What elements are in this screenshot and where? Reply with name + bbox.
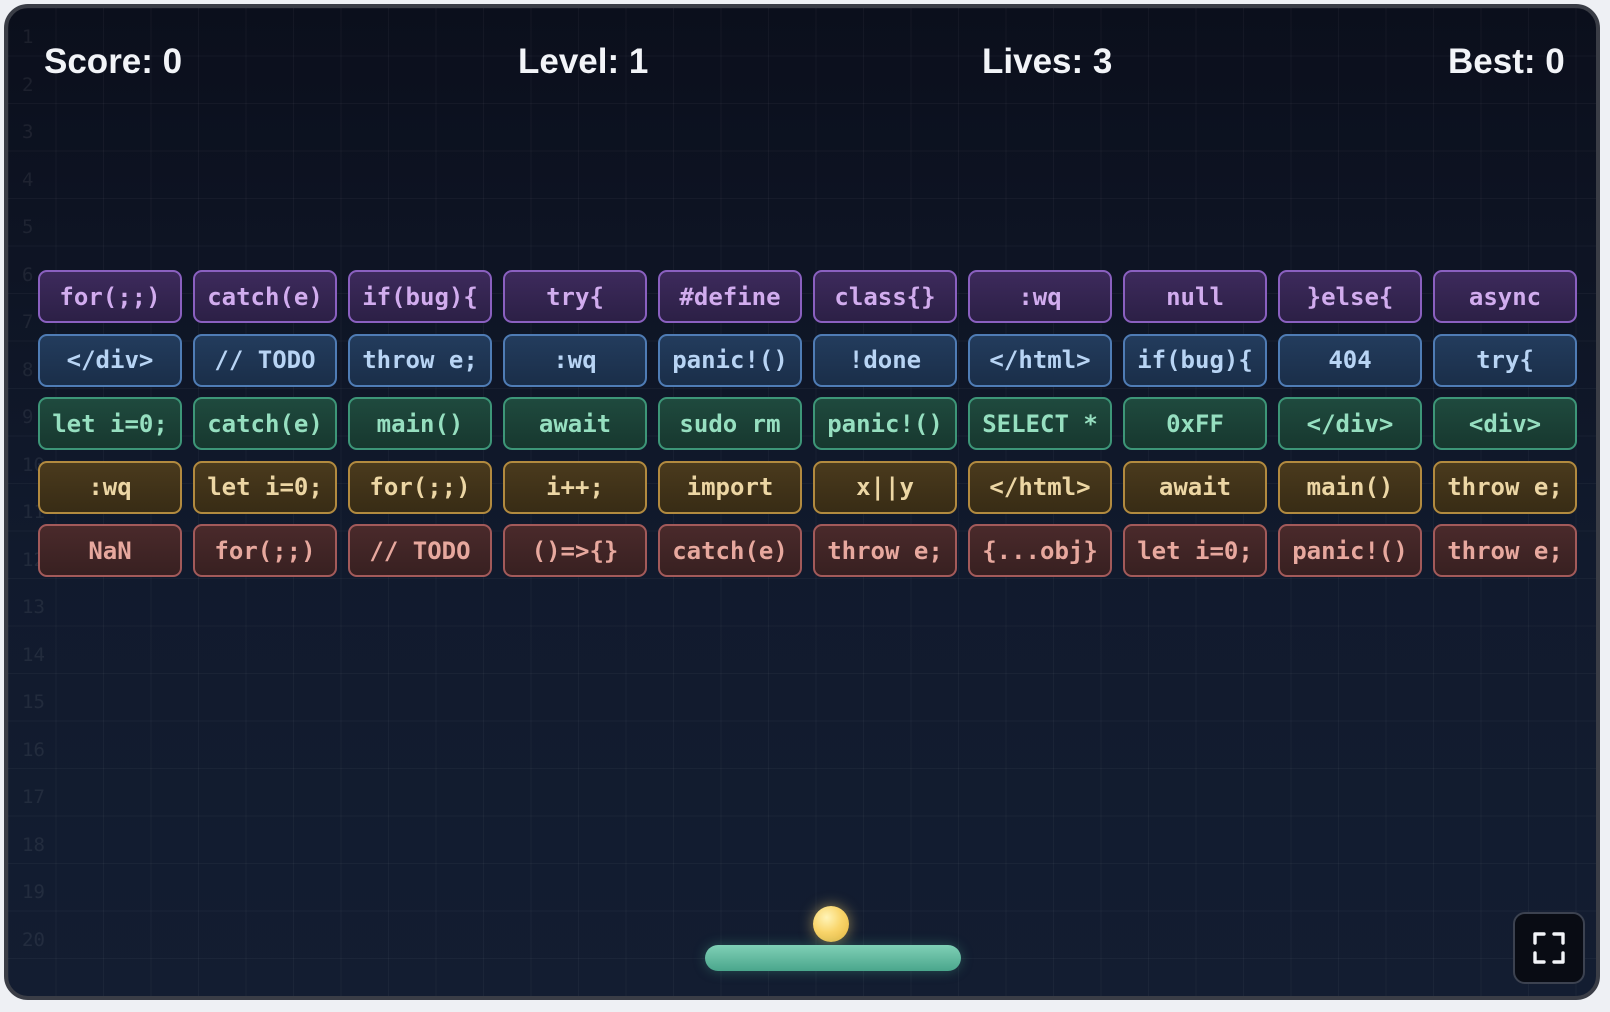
brick: await (503, 397, 647, 451)
line-number: 18 (22, 833, 45, 856)
level-display: Level: 1 (518, 42, 649, 81)
brick: !done (813, 333, 957, 387)
line-number: 4 (22, 168, 34, 191)
brick: panic!() (813, 397, 957, 451)
brick: {...obj} (968, 524, 1112, 578)
line-number: 6 (22, 263, 34, 286)
brick: sudo rm (658, 397, 802, 451)
brick: if(bug){ (348, 270, 492, 323)
brick: let i=0; (193, 460, 337, 514)
brick: for(;;) (348, 460, 492, 514)
line-number: 5 (22, 216, 34, 238)
brick: if(bug){ (1123, 333, 1267, 387)
brick: null (1123, 270, 1267, 323)
brick: import (658, 460, 802, 514)
brick: main() (1278, 460, 1422, 514)
brick: </div> (38, 333, 182, 387)
brick: main() (348, 397, 492, 451)
line-number: 7 (22, 311, 34, 333)
line-number: 13 (22, 596, 45, 618)
line-number: 20 (22, 928, 45, 951)
brick: #define (658, 270, 802, 323)
brick: NaN (38, 524, 182, 578)
brick: ()=>{} (503, 524, 647, 578)
fullscreen-icon (1533, 932, 1565, 964)
brick: throw e; (1433, 460, 1577, 514)
line-number: 17 (22, 786, 45, 808)
brick: async (1433, 270, 1577, 323)
brick: for(;;) (38, 270, 182, 323)
brick: :wq (503, 333, 647, 387)
paddle[interactable] (705, 945, 961, 971)
line-number: 2 (22, 73, 34, 96)
brick: :wq (38, 460, 182, 514)
brick: panic!() (1278, 524, 1422, 578)
brick: catch(e) (193, 397, 337, 451)
brick: x||y (813, 460, 957, 514)
brick: throw e; (1433, 524, 1577, 578)
brick: catch(e) (658, 524, 802, 578)
line-number: 19 (22, 881, 45, 903)
brick: panic!() (658, 333, 802, 387)
line-number: 14 (22, 643, 45, 666)
brick: </div> (1278, 397, 1422, 451)
brick: :wq (968, 270, 1112, 323)
brick: i++; (503, 460, 647, 514)
brick: // TODO (193, 333, 337, 387)
brick: </html> (968, 460, 1112, 514)
game-canvas[interactable]: 1 2 3 4 5 6 7 8 9 10 11 12 13 14 15 16 17 18 19 20 Score: 0… (4, 4, 1600, 1000)
brick: await (1123, 460, 1267, 514)
line-number: 9 (22, 406, 34, 428)
brick: let i=0; (1123, 524, 1267, 578)
brick: try{ (503, 270, 647, 323)
brick: for(;;) (193, 524, 337, 578)
brick: SELECT * (968, 397, 1112, 451)
brick: </html> (968, 333, 1112, 387)
brick: // TODO (348, 524, 492, 578)
brick: 404 (1278, 333, 1422, 387)
fullscreen-button[interactable] (1513, 912, 1585, 984)
brick: throw e; (348, 333, 492, 387)
brick: let i=0; (38, 397, 182, 451)
line-number: 3 (22, 121, 34, 143)
lives-display: Lives: 3 (982, 42, 1113, 81)
score-display: Score: 0 (44, 42, 183, 81)
line-number: 15 (22, 691, 45, 713)
brick: try{ (1433, 333, 1577, 387)
brick: throw e; (813, 524, 957, 578)
line-number: 8 (22, 358, 34, 381)
best-score-display: Best: 0 (1448, 42, 1565, 81)
brick: catch(e) (193, 270, 337, 323)
brick: class{} (813, 270, 957, 323)
brick: <div> (1433, 397, 1577, 451)
brick: }else{ (1278, 270, 1422, 323)
brick: 0xFF (1123, 397, 1267, 451)
line-number: 16 (22, 738, 45, 761)
ball (813, 906, 849, 942)
line-number: 1 (22, 26, 34, 48)
